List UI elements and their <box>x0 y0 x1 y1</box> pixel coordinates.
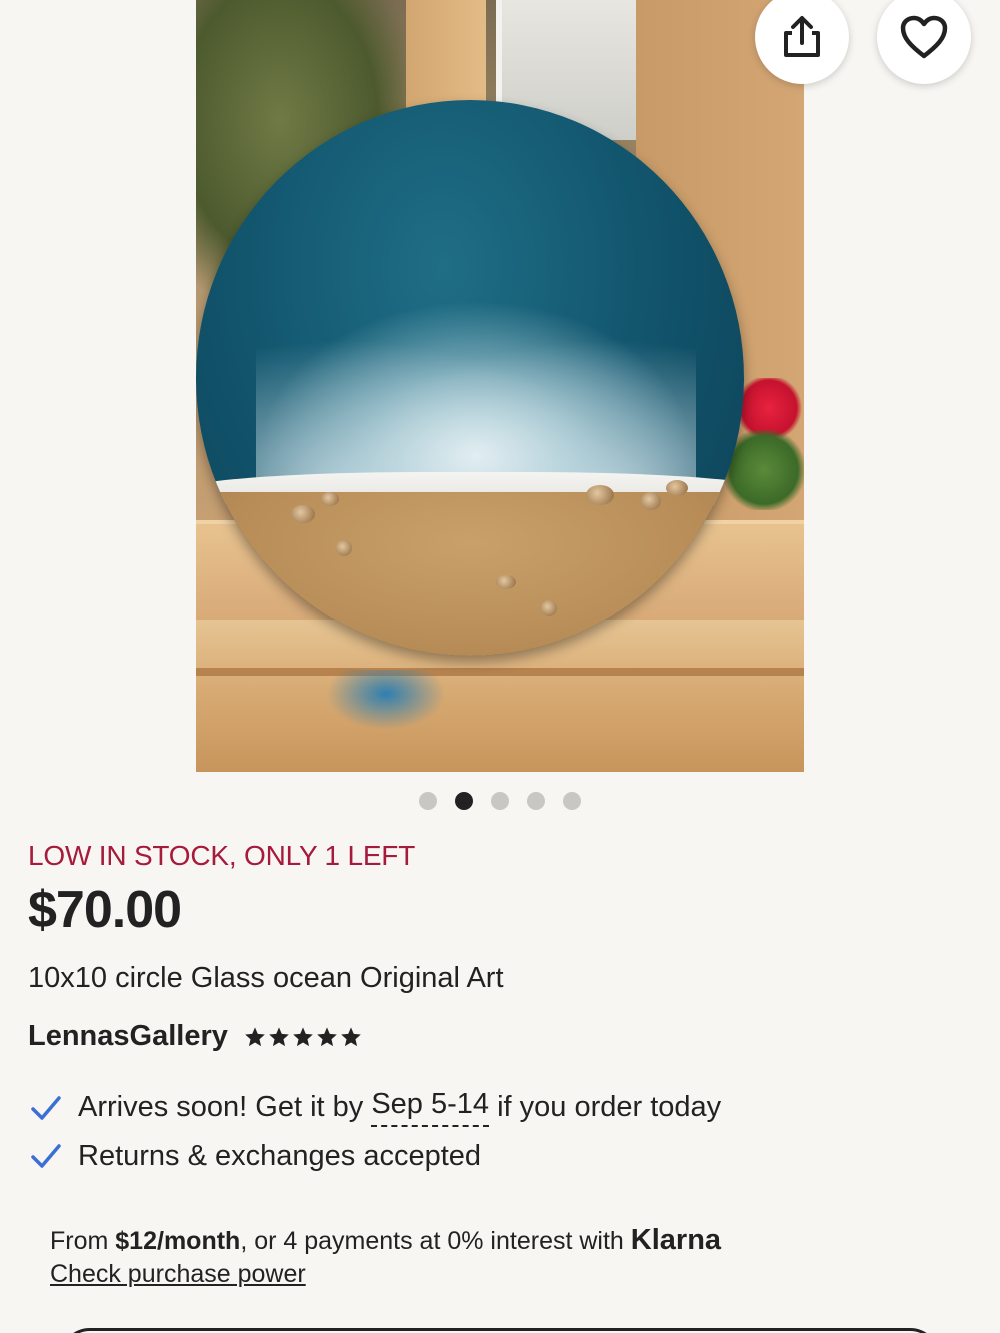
resin-ocean-disc <box>196 100 744 656</box>
favorite-button[interactable] <box>877 0 971 84</box>
disc-pebble <box>641 492 661 510</box>
star-icon <box>293 1026 313 1046</box>
disc-pebble <box>336 540 352 556</box>
delivery-prefix: Arrives soon! Get it by <box>78 1091 372 1123</box>
klarna-monthly: $12/month <box>115 1227 241 1255</box>
price: $70.00 <box>28 881 182 939</box>
disc-pebble <box>496 575 516 589</box>
seller-row[interactable]: LennasGallery <box>28 1020 362 1053</box>
star-icon <box>269 1026 289 1046</box>
carousel-dot[interactable] <box>419 792 437 810</box>
carousel-dot[interactable] <box>563 792 581 810</box>
disc-pebble <box>666 480 688 496</box>
carousel-indicator <box>0 792 1000 810</box>
disc-pebble <box>291 505 315 523</box>
check-icon <box>31 1095 61 1120</box>
photo-shelf-edge <box>196 668 804 676</box>
heart-icon <box>900 15 948 59</box>
delivery-feature: Arrives soon! Get it by Sep 5-14 if you … <box>28 1088 721 1127</box>
bottom-action-button[interactable] <box>60 1328 940 1333</box>
carousel-dot[interactable] <box>527 792 545 810</box>
disc-pebble <box>321 492 339 506</box>
check-icon <box>31 1144 61 1168</box>
returns-text: Returns & exchanges accepted <box>78 1139 482 1172</box>
klarna-logo: Klarna <box>630 1224 722 1256</box>
check-purchase-power-link[interactable]: Check purchase power <box>50 1260 306 1289</box>
returns-feature: Returns & exchanges accepted <box>28 1138 481 1174</box>
star-icon <box>341 1026 361 1046</box>
delivery-suffix: if you order today <box>489 1091 722 1123</box>
photo-flowers <box>734 378 804 438</box>
product-title: 10x10 circle Glass ocean Original Art <box>28 962 504 994</box>
share-icon <box>784 16 820 57</box>
delivery-dates-link[interactable]: Sep 5-14 <box>371 1088 490 1127</box>
disc-pebble <box>586 485 614 505</box>
carousel-dot-active[interactable] <box>455 792 473 810</box>
klarna-middle: , or 4 payments at 0% interest with <box>240 1227 631 1255</box>
carousel-dot[interactable] <box>491 792 509 810</box>
klarna-financing: From $12/month, or 4 payments at 0% inte… <box>50 1224 721 1257</box>
seller-rating[interactable] <box>244 1026 362 1048</box>
disc-pebble <box>541 600 557 616</box>
stock-notice: LOW IN STOCK, ONLY 1 LEFT <box>28 840 416 871</box>
seller-name[interactable]: LennasGallery <box>28 1020 228 1053</box>
klarna-prefix: From <box>50 1227 116 1255</box>
photo-paint-splash <box>326 670 446 730</box>
share-button[interactable] <box>755 0 849 84</box>
disc-sand <box>196 492 744 656</box>
product-image[interactable] <box>196 0 804 772</box>
listing-page: LOW IN STOCK, ONLY 1 LEFT $70.00 10x10 c… <box>0 0 1000 1333</box>
star-icon <box>245 1026 265 1046</box>
star-icon <box>317 1026 337 1046</box>
